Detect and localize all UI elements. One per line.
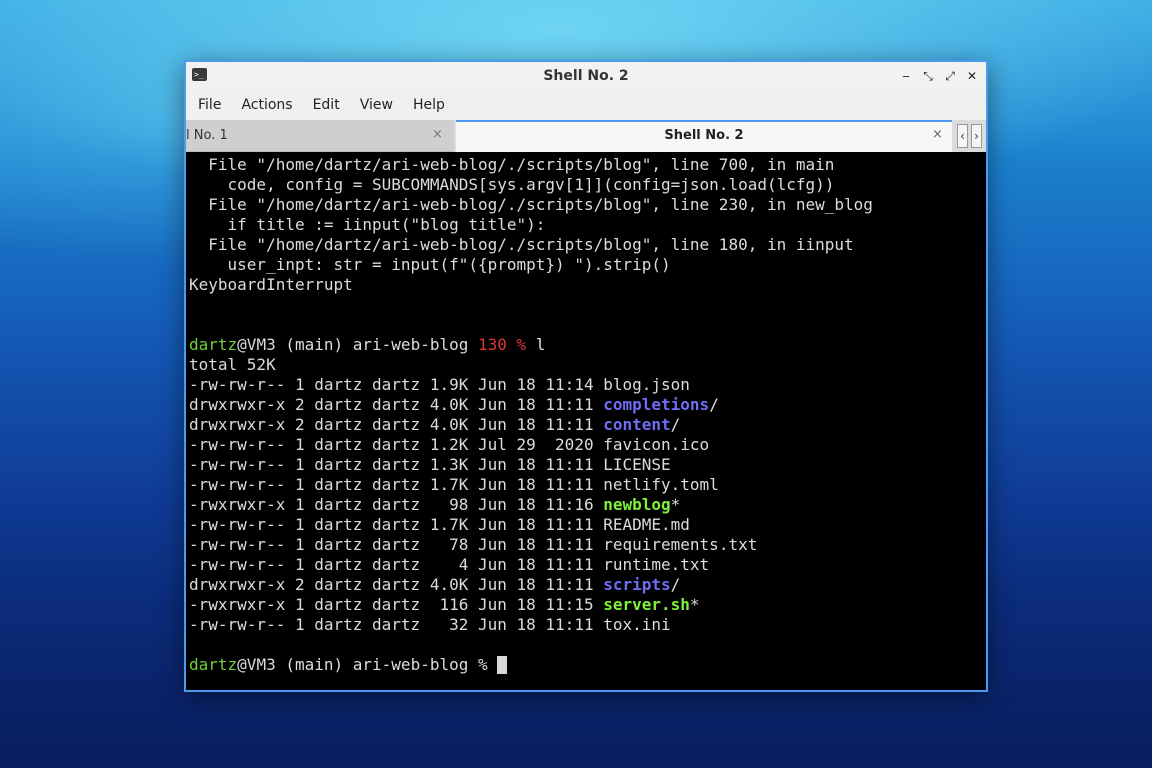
tab-label: Shell No. 2 [664, 128, 744, 143]
menu-bar: File Actions Edit View Help [186, 90, 986, 120]
terminal-output[interactable]: File "/home/dartz/ari-web-blog/./scripts… [186, 152, 986, 690]
prompt-line: dartz@VM3 (main) ari-web-blog 130 % l [189, 335, 986, 355]
file-suffix: * [670, 495, 681, 514]
terminal-window: >_ Shell No. 2 ‒ ⤡ ⤢ ✕ File Actions Edit… [184, 60, 988, 692]
listing-row: -rw-rw-r-- 1 dartz dartz 32 Jun 18 11:11… [189, 615, 986, 635]
tab-close-icon[interactable]: × [432, 127, 443, 142]
file-meta: -rw-rw-r-- 1 dartz dartz 1.2K Jul 29 202… [189, 435, 604, 454]
listing-row: -rw-rw-r-- 1 dartz dartz 78 Jun 18 11:11… [189, 535, 986, 555]
listing-row: drwxrwxr-x 2 dartz dartz 4.0K Jun 18 11:… [189, 575, 986, 595]
restore-button[interactable]: ⤡ [922, 69, 934, 84]
file-meta: -rw-rw-r-- 1 dartz dartz 1.9K Jun 18 11:… [189, 375, 604, 394]
command: l [526, 335, 546, 354]
prompt-user: dartz [189, 335, 238, 354]
window-controls: ‒ ⤡ ⤢ ✕ [900, 62, 978, 90]
file-name: newblog [603, 495, 671, 514]
minimize-button[interactable]: ‒ [900, 69, 912, 83]
maximize-button[interactable]: ⤢ [944, 69, 956, 84]
file-name: runtime.txt [603, 555, 710, 574]
file-name: content [603, 415, 671, 434]
directory-listing: -rw-rw-r-- 1 dartz dartz 1.9K Jun 18 11:… [189, 375, 986, 635]
output-line: if title := iinput("blog title"): [189, 215, 546, 234]
prompt-host-path: @VM3 (main) ari-web-blog % [237, 655, 498, 674]
file-name: server.sh [603, 595, 690, 614]
prompt-host-path: @VM3 (main) ari-web-blog [237, 335, 478, 354]
file-meta: drwxrwxr-x 2 dartz dartz 4.0K Jun 18 11:… [189, 415, 604, 434]
prompt-user: dartz [189, 655, 238, 674]
window-title: Shell No. 2 [543, 68, 629, 84]
file-name: README.md [603, 515, 690, 534]
file-meta: -rw-rw-r-- 1 dartz dartz 1.7K Jun 18 11:… [189, 475, 604, 494]
file-name: blog.json [603, 375, 690, 394]
menu-actions[interactable]: Actions [241, 97, 292, 113]
menu-edit[interactable]: Edit [313, 97, 340, 113]
file-name: netlify.toml [603, 475, 719, 494]
listing-row: -rwxrwxr-x 1 dartz dartz 116 Jun 18 11:1… [189, 595, 986, 615]
tab-label: l No. 1 [186, 128, 228, 143]
listing-row: drwxrwxr-x 2 dartz dartz 4.0K Jun 18 11:… [189, 415, 986, 435]
listing-row: -rw-rw-r-- 1 dartz dartz 1.7K Jun 18 11:… [189, 515, 986, 535]
listing-row: -rwxrwxr-x 1 dartz dartz 98 Jun 18 11:16… [189, 495, 986, 515]
file-meta: -rwxrwxr-x 1 dartz dartz 116 Jun 18 11:1… [189, 595, 604, 614]
file-name: favicon.ico [603, 435, 710, 454]
file-name: scripts [603, 575, 671, 594]
close-button[interactable]: ✕ [966, 69, 978, 83]
file-meta: -rwxrwxr-x 1 dartz dartz 98 Jun 18 11:16 [189, 495, 604, 514]
output-line: user_inpt: str = input(f"({prompt}) ").s… [189, 255, 671, 274]
terminal-corner [974, 670, 986, 690]
tab-scroll-right-icon[interactable]: › [971, 124, 982, 148]
prompt-line: dartz@VM3 (main) ari-web-blog % [189, 655, 986, 675]
menu-view[interactable]: View [360, 97, 393, 113]
listing-row: -rw-rw-r-- 1 dartz dartz 1.2K Jul 29 202… [189, 435, 986, 455]
menu-file[interactable]: File [198, 97, 221, 113]
file-meta: -rw-rw-r-- 1 dartz dartz 4 Jun 18 11:11 [189, 555, 604, 574]
file-meta: -rw-rw-r-- 1 dartz dartz 1.3K Jun 18 11:… [189, 455, 604, 474]
title-bar[interactable]: >_ Shell No. 2 ‒ ⤡ ⤢ ✕ [186, 62, 986, 90]
output-line: File "/home/dartz/ari-web-blog/./scripts… [189, 235, 854, 254]
file-meta: drwxrwxr-x 2 dartz dartz 4.0K Jun 18 11:… [189, 395, 604, 414]
file-suffix: * [689, 595, 700, 614]
listing-row: drwxrwxr-x 2 dartz dartz 4.0K Jun 18 11:… [189, 395, 986, 415]
tab-shell-2[interactable]: Shell No. 2 × [456, 120, 952, 152]
file-meta: -rw-rw-r-- 1 dartz dartz 32 Jun 18 11:11 [189, 615, 604, 634]
file-suffix: / [670, 415, 681, 434]
file-name: tox.ini [603, 615, 671, 634]
tab-bar: l No. 1 × Shell No. 2 × ‹ › [186, 120, 986, 152]
listing-row: -rw-rw-r-- 1 dartz dartz 1.3K Jun 18 11:… [189, 455, 986, 475]
file-suffix: / [670, 575, 681, 594]
output-line: File "/home/dartz/ari-web-blog/./scripts… [189, 155, 835, 174]
tab-scroll-left-icon[interactable]: ‹ [957, 124, 968, 148]
listing-row: -rw-rw-r-- 1 dartz dartz 4 Jun 18 11:11 … [189, 555, 986, 575]
file-name: requirements.txt [603, 535, 758, 554]
listing-row: -rw-rw-r-- 1 dartz dartz 1.7K Jun 18 11:… [189, 475, 986, 495]
listing-row: -rw-rw-r-- 1 dartz dartz 1.9K Jun 18 11:… [189, 375, 986, 395]
tab-close-icon[interactable]: × [932, 127, 943, 142]
menu-help[interactable]: Help [413, 97, 445, 113]
output-line: code, config = SUBCOMMANDS[sys.argv[1]](… [189, 175, 835, 194]
output-line: KeyboardInterrupt [189, 275, 353, 294]
exit-status: 130 % [478, 335, 527, 354]
file-name: LICENSE [603, 455, 671, 474]
file-suffix: / [709, 395, 719, 414]
output-line: total 52K [189, 355, 276, 374]
file-meta: -rw-rw-r-- 1 dartz dartz 78 Jun 18 11:11 [189, 535, 604, 554]
tab-shell-1[interactable]: l No. 1 × [186, 120, 454, 152]
file-name: completions [603, 395, 710, 414]
file-meta: drwxrwxr-x 2 dartz dartz 4.0K Jun 18 11:… [189, 575, 604, 594]
file-meta: -rw-rw-r-- 1 dartz dartz 1.7K Jun 18 11:… [189, 515, 604, 534]
output-line: File "/home/dartz/ari-web-blog/./scripts… [189, 195, 873, 214]
text-cursor [497, 656, 508, 674]
